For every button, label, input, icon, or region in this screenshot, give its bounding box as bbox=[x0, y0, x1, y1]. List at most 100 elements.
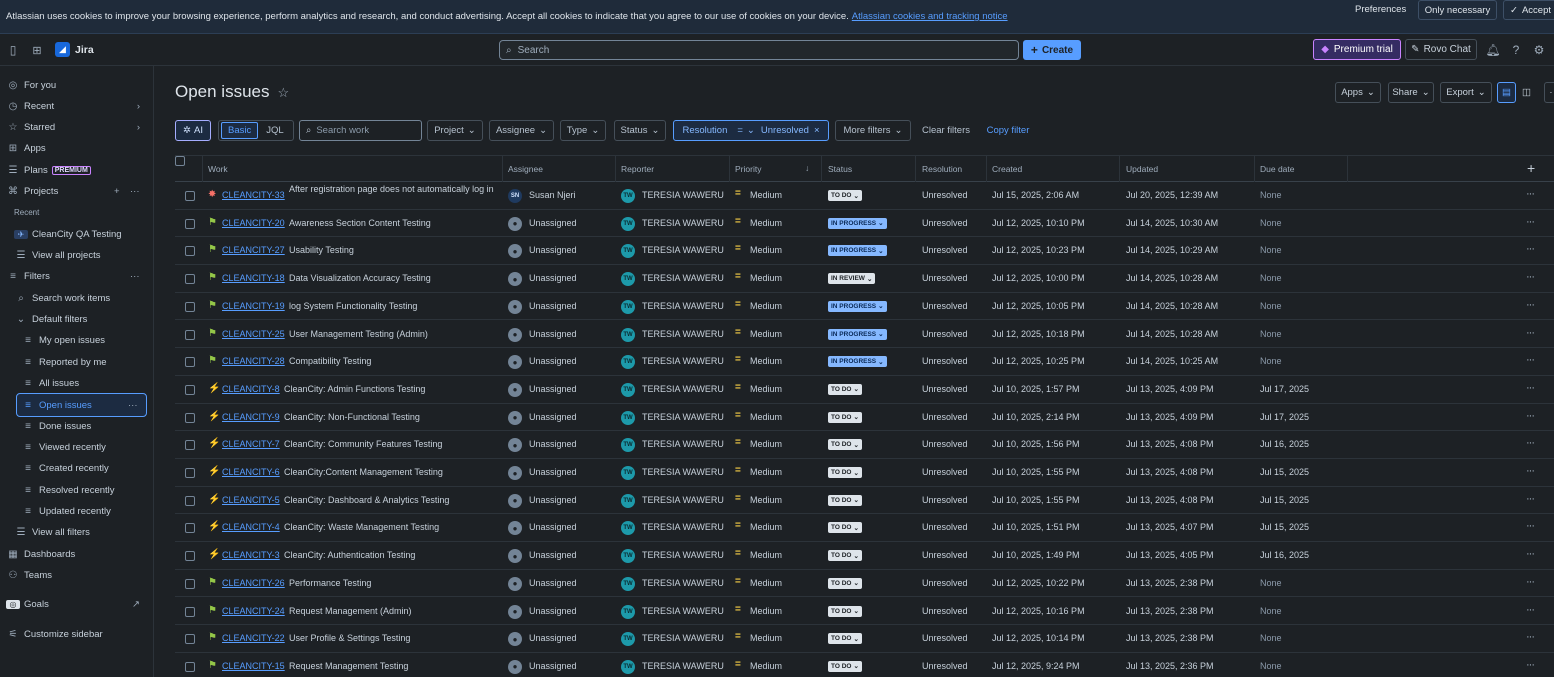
issue-key-link[interactable]: CLEANCITY-24 bbox=[222, 606, 285, 616]
reporter-name[interactable]: TERESIA WAWERU bbox=[642, 218, 724, 228]
status-badge[interactable]: TO DO ⌄ bbox=[828, 190, 862, 201]
status-badge[interactable]: TO DO ⌄ bbox=[828, 411, 862, 423]
status-badge[interactable]: TO DO ⌄ bbox=[828, 383, 862, 395]
row-checkbox[interactable] bbox=[185, 468, 195, 478]
assignee-name[interactable]: Susan Njeri bbox=[529, 190, 576, 200]
issue-summary[interactable]: User Profile & Settings Testing bbox=[289, 633, 410, 644]
status-badge[interactable]: TO DO ⌄ bbox=[828, 660, 862, 672]
table-row[interactable]: ⚑ CLEANCITY-19 log System Functionality Te… bbox=[175, 293, 1554, 321]
reporter-name[interactable]: TERESIA WAWERU bbox=[642, 301, 724, 311]
export-button[interactable]: Export ⌄ bbox=[1440, 82, 1492, 103]
issue-summary[interactable]: CleanCity: Community Features Testing bbox=[284, 439, 442, 450]
sort-down-icon[interactable]: ↓ bbox=[805, 163, 809, 173]
help-icon[interactable]: ? bbox=[1509, 43, 1523, 57]
priority-text[interactable]: Medium bbox=[750, 190, 782, 200]
status-badge[interactable]: TO DO ⌄ bbox=[828, 605, 862, 617]
status-filter[interactable]: Status ⌄ bbox=[614, 120, 666, 141]
table-row[interactable]: ⚑ CLEANCITY-18 Data Visualization Accuracy… bbox=[175, 265, 1554, 293]
table-row[interactable]: ⚡ CLEANCITY-6 CleanCity:Content Management… bbox=[175, 459, 1554, 487]
list-view-icon[interactable]: ▤ bbox=[1497, 82, 1516, 103]
issue-summary[interactable]: CleanCity: Non-Functional Testing bbox=[284, 412, 420, 423]
sidebar-item-for-you[interactable]: ◎ For you bbox=[6, 75, 154, 95]
add-project-icon[interactable]: + bbox=[114, 186, 120, 197]
assignee-name[interactable]: Unassigned bbox=[529, 661, 577, 671]
issue-summary[interactable]: CleanCity: Authentication Testing bbox=[284, 550, 415, 561]
issue-key-link[interactable]: CLEANCITY-7 bbox=[222, 439, 280, 449]
assignee-name[interactable]: Unassigned bbox=[529, 606, 577, 616]
priority-text[interactable]: Medium bbox=[750, 633, 782, 643]
copy-filter-button[interactable]: Copy filter bbox=[980, 120, 1036, 141]
reporter-name[interactable]: TERESIA WAWERU bbox=[642, 439, 724, 449]
detail-view-icon[interactable]: ◫ bbox=[1517, 82, 1536, 103]
issue-key-link[interactable]: CLEANCITY-18 bbox=[222, 273, 285, 283]
status-badge[interactable]: IN PROGRESS ⌄ bbox=[828, 217, 887, 229]
priority-text[interactable]: Medium bbox=[750, 439, 782, 449]
issue-key-link[interactable]: CLEANCITY-20 bbox=[222, 218, 285, 228]
row-more-icon[interactable]: ··· bbox=[1526, 631, 1535, 643]
status-badge[interactable]: IN PROGRESS ⌄ bbox=[828, 356, 887, 368]
assignee-name[interactable]: Unassigned bbox=[529, 273, 577, 283]
priority-text[interactable]: Medium bbox=[750, 522, 782, 532]
reporter-name[interactable]: TERESIA WAWERU bbox=[642, 606, 724, 616]
reporter-name[interactable]: TERESIA WAWERU bbox=[642, 412, 724, 422]
priority-text[interactable]: Medium bbox=[750, 606, 782, 616]
sidebar-item-my-open-issues[interactable]: ≡ My open issues bbox=[21, 330, 169, 350]
share-button[interactable]: Share ⌄ bbox=[1388, 82, 1434, 103]
row-more-icon[interactable]: ··· bbox=[1526, 659, 1535, 671]
app-switcher-icon[interactable]: ⊞ bbox=[30, 43, 44, 57]
reporter-name[interactable]: TERESIA WAWERU bbox=[642, 661, 724, 671]
issue-summary[interactable]: Performance Testing bbox=[289, 578, 371, 589]
sidebar-item-resolved-recently[interactable]: ≡ Resolved recently bbox=[21, 480, 169, 500]
more-filters-button[interactable]: More filters ⌄ bbox=[835, 120, 911, 141]
row-checkbox[interactable] bbox=[185, 301, 195, 312]
status-badge[interactable]: TO DO ⌄ bbox=[828, 467, 862, 478]
only-necessary-button[interactable]: Only necessary bbox=[1418, 0, 1497, 20]
sidebar-item-search-work-items[interactable]: ⌕ Search work items bbox=[14, 288, 162, 308]
row-checkbox[interactable] bbox=[185, 384, 195, 395]
row-more-icon[interactable]: ··· bbox=[1526, 216, 1535, 228]
row-checkbox[interactable] bbox=[185, 606, 195, 617]
search-input[interactable]: ⌕ Search bbox=[499, 40, 1019, 60]
issue-key-link[interactable]: CLEANCITY-9 bbox=[222, 412, 280, 422]
issue-summary[interactable]: Awareness Section Content Testing bbox=[289, 218, 431, 229]
sidebar-item-plans[interactable]: ☰ Plans PREMIUM bbox=[6, 160, 154, 180]
issue-key-link[interactable]: CLEANCITY-22 bbox=[222, 633, 285, 643]
row-more-icon[interactable]: ··· bbox=[1526, 465, 1535, 477]
row-checkbox[interactable] bbox=[185, 523, 195, 534]
sidebar-item-view-all-filters[interactable]: ☰ View all filters bbox=[14, 522, 162, 542]
issue-summary[interactable]: CleanCity:Content Management Testing bbox=[284, 467, 443, 478]
assignee-name[interactable]: Unassigned bbox=[529, 412, 577, 422]
basic-toggle[interactable]: Basic bbox=[221, 122, 259, 139]
priority-text[interactable]: Medium bbox=[750, 550, 782, 560]
project-filter[interactable]: Project ⌄ bbox=[427, 120, 483, 141]
issue-summary[interactable]: CleanCity: Admin Functions Testing bbox=[284, 384, 425, 395]
row-checkbox[interactable] bbox=[185, 661, 195, 672]
assignee-name[interactable]: Unassigned bbox=[529, 550, 577, 560]
assignee-name[interactable]: Unassigned bbox=[529, 495, 577, 505]
priority-text[interactable]: Medium bbox=[750, 273, 782, 283]
status-badge[interactable]: IN PROGRESS ⌄ bbox=[828, 300, 887, 312]
priority-text[interactable]: Medium bbox=[750, 412, 782, 422]
row-checkbox[interactable] bbox=[185, 329, 195, 340]
reporter-name[interactable]: TERESIA WAWERU bbox=[642, 495, 724, 505]
status-badge[interactable]: TO DO ⌄ bbox=[828, 494, 862, 506]
priority-text[interactable]: Medium bbox=[750, 467, 782, 477]
issue-key-link[interactable]: CLEANCITY-5 bbox=[222, 495, 280, 505]
reporter-name[interactable]: TERESIA WAWERU bbox=[642, 550, 724, 560]
priority-text[interactable]: Medium bbox=[750, 329, 782, 339]
sidebar-item-created-recently[interactable]: ≡ Created recently bbox=[21, 458, 169, 478]
table-row[interactable]: ⚑ CLEANCITY-26 Performance Testing ● Unassig… bbox=[175, 570, 1554, 598]
issue-key-link[interactable]: CLEANCITY-25 bbox=[222, 329, 285, 339]
sidebar-item-starred[interactable]: ☆ Starred › bbox=[6, 117, 154, 137]
issue-summary[interactable]: After registration page does not automat… bbox=[289, 184, 504, 195]
row-more-icon[interactable]: ··· bbox=[1526, 410, 1535, 422]
row-more-icon[interactable]: ··· bbox=[1526, 188, 1535, 200]
create-button[interactable]: + Create bbox=[1023, 40, 1081, 60]
status-badge[interactable]: TO DO ⌄ bbox=[828, 577, 862, 589]
preferences-button[interactable]: Preferences bbox=[1355, 4, 1406, 15]
sidebar-item-filters[interactable]: ≡ Filters ··· bbox=[6, 266, 154, 286]
issue-key-link[interactable]: CLEANCITY-6 bbox=[222, 467, 280, 477]
reporter-name[interactable]: TERESIA WAWERU bbox=[642, 633, 724, 643]
sidebar-item-all-issues[interactable]: ≡ All issues bbox=[21, 373, 169, 393]
priority-text[interactable]: Medium bbox=[750, 301, 782, 311]
